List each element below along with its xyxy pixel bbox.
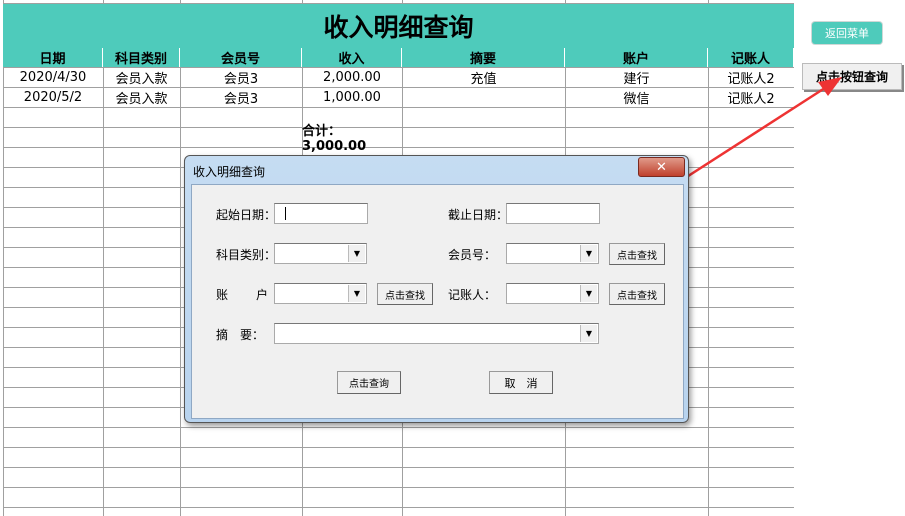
start-date-input[interactable] — [274, 203, 368, 224]
category-label: 科目类别： — [216, 248, 277, 262]
query-button[interactable]: 点击查询 — [337, 371, 401, 394]
chevron-down-icon[interactable]: ▼ — [580, 285, 597, 302]
end-date-input[interactable] — [506, 203, 600, 224]
account-label-left: 账 — [216, 288, 229, 302]
chevron-down-icon[interactable]: ▼ — [580, 245, 597, 262]
end-date-label: 截止日期： — [448, 208, 509, 222]
dialog-title: 收入明细查询 — [193, 165, 266, 179]
start-date-label: 起始日期： — [216, 208, 277, 222]
cancel-button[interactable]: 取 消 — [489, 371, 553, 394]
account-label-right: 户 — [256, 288, 269, 302]
account-combo[interactable]: ▼ — [274, 283, 367, 304]
member-label: 会员号： — [448, 248, 497, 262]
close-button[interactable]: ✕ — [638, 157, 685, 177]
summary-label: 摘 要： — [216, 328, 265, 342]
summary-combo[interactable]: ▼ — [274, 323, 599, 344]
text-cursor — [285, 207, 286, 220]
recorder-label: 记账人： — [448, 288, 497, 302]
chevron-down-icon[interactable]: ▼ — [580, 325, 597, 342]
find-member-button[interactable]: 点击查找 — [609, 243, 665, 265]
find-account-button[interactable]: 点击查找 — [377, 283, 433, 305]
dialog-body: 起始日期： 截止日期： 科目类别： ▼ 会员号： ▼ 点击查找 账 户 ▼ 点击… — [191, 184, 684, 419]
find-recorder-button[interactable]: 点击查找 — [609, 283, 665, 305]
recorder-combo[interactable]: ▼ — [506, 283, 599, 304]
chevron-down-icon[interactable]: ▼ — [348, 285, 365, 302]
category-combo[interactable]: ▼ — [274, 243, 367, 264]
query-dialog: 收入明细查询 ✕ 起始日期： 截止日期： 科目类别： ▼ 会员号： ▼ 点击查找… — [184, 155, 689, 423]
chevron-down-icon[interactable]: ▼ — [348, 245, 365, 262]
member-combo[interactable]: ▼ — [506, 243, 599, 264]
